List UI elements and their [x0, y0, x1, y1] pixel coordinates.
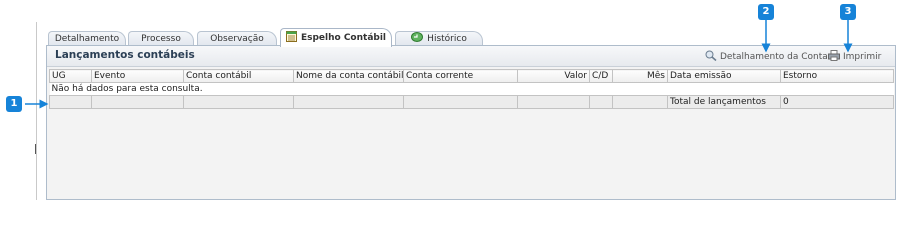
- callout-arrows: [25, 20, 853, 109]
- callout-badge-3: 3: [840, 4, 856, 20]
- ledger-icon: [285, 31, 297, 49]
- callout-badge-1: 1: [6, 96, 22, 112]
- tab-label: Espelho Contábil: [300, 33, 387, 43]
- callout-badge-2: 2: [758, 4, 774, 20]
- tab-espelho-contabil[interactable]: Espelho Contábil: [280, 28, 392, 47]
